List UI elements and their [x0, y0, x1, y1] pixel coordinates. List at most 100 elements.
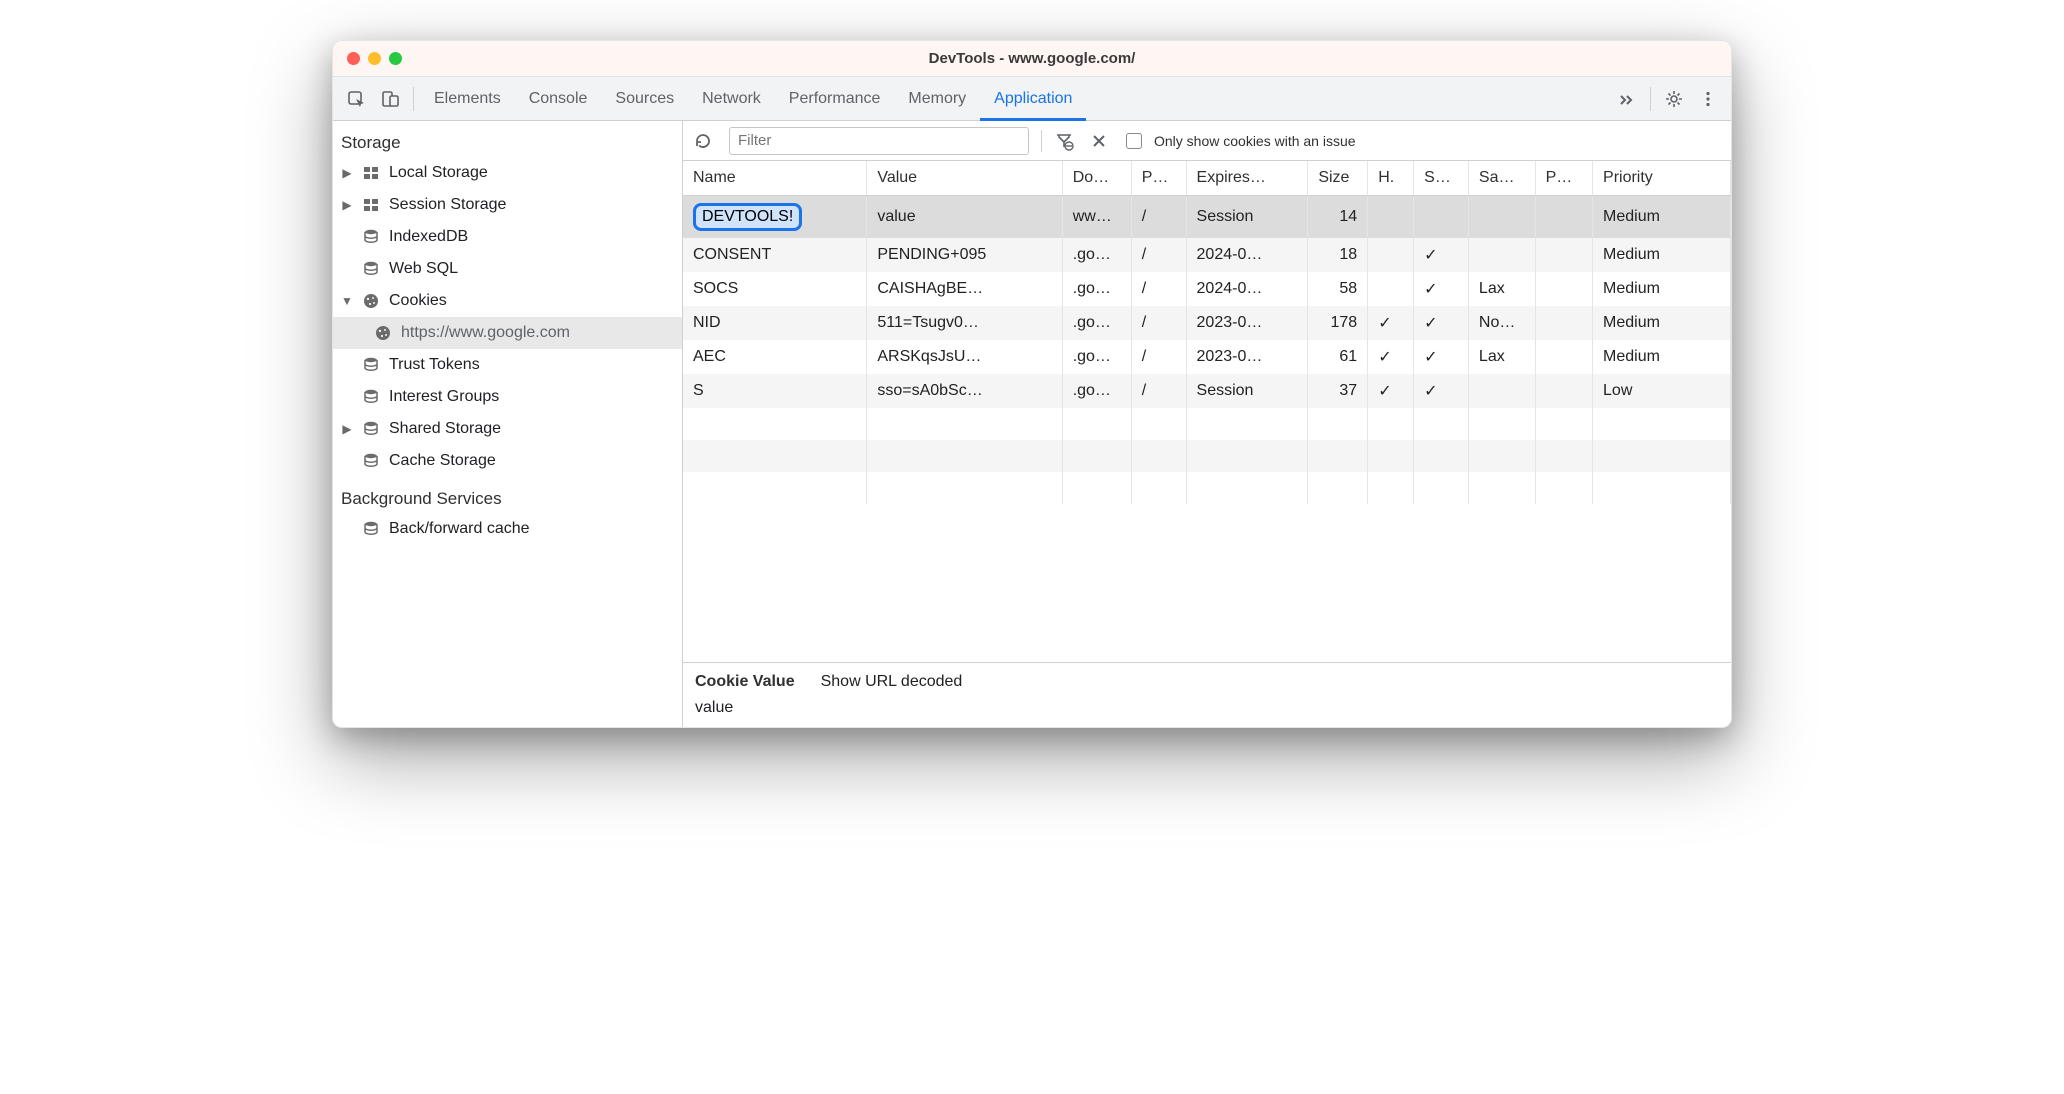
tab-performance[interactable]: Performance [775, 77, 895, 121]
minimize-window-button[interactable] [368, 52, 381, 65]
cell-priority[interactable]: Low [1593, 374, 1731, 408]
table-row[interactable]: NID511=Tsugv0….go…/2023-0…178✓✓No…Medium [683, 306, 1731, 340]
sidebar-item-cookies[interactable]: ▼Cookies [333, 285, 682, 317]
kebab-menu-icon[interactable] [1691, 82, 1725, 116]
col-header[interactable]: S… [1414, 161, 1469, 196]
sidebar-item-session-storage[interactable]: ▶Session Storage [333, 189, 682, 221]
cell-priority[interactable]: Medium [1593, 306, 1731, 340]
cell-part[interactable] [1535, 306, 1592, 340]
cell-domain[interactable]: .go… [1062, 340, 1131, 374]
cell-domain[interactable]: ww… [1062, 196, 1131, 239]
col-header[interactable]: Expires… [1186, 161, 1308, 196]
cell-size[interactable]: 14 [1308, 196, 1368, 239]
cell-value[interactable]: value [867, 196, 1062, 239]
cell-http[interactable] [1368, 272, 1414, 306]
cell-path[interactable]: / [1131, 196, 1186, 239]
col-header[interactable]: Size [1308, 161, 1368, 196]
zoom-window-button[interactable] [389, 52, 402, 65]
cell-expires[interactable]: 2023-0… [1186, 340, 1308, 374]
tab-sources[interactable]: Sources [601, 77, 688, 121]
col-header[interactable]: H. [1368, 161, 1414, 196]
sidebar-item-shared-storage[interactable]: ▶Shared Storage [333, 413, 682, 445]
col-header[interactable]: P… [1131, 161, 1186, 196]
cell-size[interactable]: 178 [1308, 306, 1368, 340]
cell-size[interactable]: 61 [1308, 340, 1368, 374]
sidebar-item-indexeddb[interactable]: IndexedDB [333, 221, 682, 253]
cell-expires[interactable]: Session [1186, 374, 1308, 408]
cell-part[interactable] [1535, 196, 1592, 239]
cell-path[interactable]: / [1131, 238, 1186, 272]
cell-http[interactable]: ✓ [1368, 306, 1414, 340]
cell-priority[interactable]: Medium [1593, 196, 1731, 239]
table-row[interactable]: AECARSKqsJsU….go…/2023-0…61✓✓LaxMedium [683, 340, 1731, 374]
cell-secure[interactable]: ✓ [1414, 272, 1469, 306]
cell-expires[interactable]: 2023-0… [1186, 306, 1308, 340]
clear-filter-icon[interactable] [1054, 131, 1078, 151]
cell-priority[interactable]: Medium [1593, 272, 1731, 306]
cell-domain[interactable]: .go… [1062, 374, 1131, 408]
cell-value[interactable]: sso=sA0bSc… [867, 374, 1062, 408]
refresh-icon[interactable] [693, 131, 717, 151]
filter-input[interactable] [729, 127, 1029, 155]
cell-size[interactable]: 58 [1308, 272, 1368, 306]
cell-name[interactable]: SOCS [683, 272, 867, 306]
cell-same[interactable]: No… [1468, 306, 1535, 340]
table-row[interactable]: SOCSCAISHAgBE….go…/2024-0…58✓LaxMedium [683, 272, 1731, 306]
tab-network[interactable]: Network [688, 77, 775, 121]
cell-domain[interactable]: .go… [1062, 306, 1131, 340]
cell-priority[interactable]: Medium [1593, 340, 1731, 374]
clear-all-icon[interactable] [1090, 132, 1114, 150]
col-header[interactable]: Priority [1593, 161, 1731, 196]
cell-part[interactable] [1535, 238, 1592, 272]
cell-domain[interactable]: .go… [1062, 272, 1131, 306]
col-header[interactable]: Value [867, 161, 1062, 196]
tab-application[interactable]: Application [980, 77, 1086, 121]
cell-value[interactable]: ARSKqsJsU… [867, 340, 1062, 374]
cell-http[interactable] [1368, 196, 1414, 239]
close-window-button[interactable] [347, 52, 360, 65]
sidebar-item-cache-storage[interactable]: Cache Storage [333, 445, 682, 477]
col-header[interactable]: P… [1535, 161, 1592, 196]
sidebar-item-back-forward-cache[interactable]: Back/forward cache [333, 513, 682, 545]
cell-expires[interactable]: 2024-0… [1186, 238, 1308, 272]
cell-http[interactable]: ✓ [1368, 340, 1414, 374]
cell-path[interactable]: / [1131, 272, 1186, 306]
cell-secure[interactable] [1414, 196, 1469, 239]
table-row[interactable]: DEVTOOLS!valueww…/Session14Medium [683, 196, 1731, 239]
cell-size[interactable]: 18 [1308, 238, 1368, 272]
cell-secure[interactable]: ✓ [1414, 340, 1469, 374]
cell-http[interactable]: ✓ [1368, 374, 1414, 408]
sidebar-item-interest-groups[interactable]: Interest Groups [333, 381, 682, 413]
cell-value[interactable]: CAISHAgBE… [867, 272, 1062, 306]
col-header[interactable]: Sa… [1468, 161, 1535, 196]
cell-same[interactable] [1468, 374, 1535, 408]
cell-secure[interactable]: ✓ [1414, 374, 1469, 408]
cell-part[interactable] [1535, 374, 1592, 408]
cell-path[interactable]: / [1131, 306, 1186, 340]
cell-part[interactable] [1535, 340, 1592, 374]
cell-value[interactable]: PENDING+095 [867, 238, 1062, 272]
sidebar-item-local-storage[interactable]: ▶Local Storage [333, 157, 682, 189]
cell-part[interactable] [1535, 272, 1592, 306]
only-issue-checkbox[interactable] [1126, 133, 1142, 149]
more-tabs-chevron-icon[interactable] [1610, 82, 1644, 116]
cell-expires[interactable]: 2024-0… [1186, 272, 1308, 306]
cell-value[interactable]: 511=Tsugv0… [867, 306, 1062, 340]
cell-path[interactable]: / [1131, 340, 1186, 374]
settings-gear-icon[interactable] [1657, 82, 1691, 116]
cell-secure[interactable]: ✓ [1414, 306, 1469, 340]
tab-elements[interactable]: Elements [420, 77, 515, 121]
cell-name[interactable]: DEVTOOLS! [683, 196, 867, 239]
cell-domain[interactable]: .go… [1062, 238, 1131, 272]
sidebar-item-web-sql[interactable]: Web SQL [333, 253, 682, 285]
tab-memory[interactable]: Memory [894, 77, 980, 121]
cookie-name-edit[interactable]: DEVTOOLS! [693, 203, 802, 231]
cell-name[interactable]: NID [683, 306, 867, 340]
cell-name[interactable]: AEC [683, 340, 867, 374]
cell-same[interactable] [1468, 238, 1535, 272]
cell-priority[interactable]: Medium [1593, 238, 1731, 272]
cell-name[interactable]: S [683, 374, 867, 408]
tab-console[interactable]: Console [515, 77, 602, 121]
inspect-element-icon[interactable] [339, 82, 373, 116]
cell-path[interactable]: / [1131, 374, 1186, 408]
